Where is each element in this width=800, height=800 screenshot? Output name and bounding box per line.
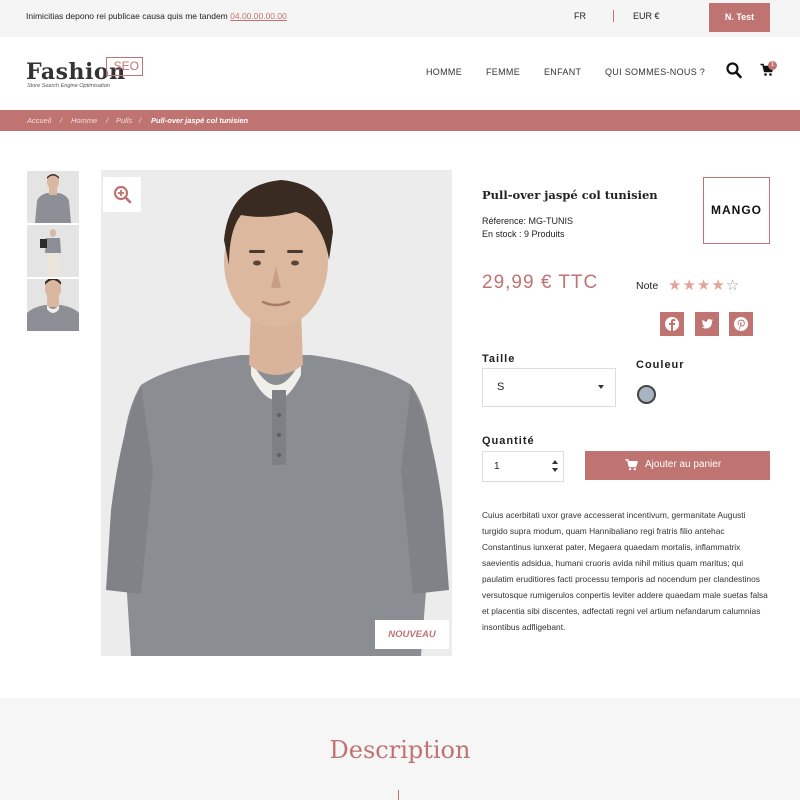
share-pinterest-button[interactable] (729, 312, 753, 336)
product-main-image[interactable] (101, 170, 452, 656)
facebook-icon (665, 317, 679, 331)
size-select[interactable]: S (482, 368, 616, 407)
share-facebook-button[interactable] (660, 312, 684, 336)
brand-logo[interactable]: MANGO (703, 177, 770, 244)
increment-icon[interactable] (552, 460, 558, 464)
quantity-stepper[interactable]: 1 (482, 451, 564, 482)
breadcrumb-pulls[interactable]: Pulls (116, 116, 132, 125)
topbar-divider (613, 10, 614, 22)
chevron-down-icon (598, 385, 604, 389)
product-reference: Réference: MG-TUNIS (482, 216, 574, 226)
product-thumbnail-front[interactable] (27, 171, 79, 223)
zoom-button[interactable] (103, 177, 141, 212)
nav-enfant[interactable]: ENFANT (544, 67, 581, 77)
phone-link[interactable]: 04.00.00.00.00 (230, 11, 287, 21)
account-button[interactable]: N. Test (709, 3, 770, 32)
quantity-label: Quantité (482, 435, 535, 447)
rating-stars: ★★★★☆ (668, 276, 740, 294)
top-message: Inimicitias depono rei publicae causa qu… (26, 11, 287, 21)
nav-qui-sommes-nous[interactable]: QUI SOMMES-NOUS ? (605, 67, 705, 77)
pinterest-icon (734, 317, 748, 331)
top-bar: Inimicitias depono rei publicae causa qu… (0, 0, 800, 37)
star-icon: ★ (696, 277, 712, 294)
breadcrumb-current: Pull-over jaspé col tunisien (151, 116, 249, 125)
rating-label: Note (636, 280, 659, 292)
logo-badge: SEO (106, 57, 143, 76)
cart-count-badge: 1 (768, 61, 777, 70)
product-price: 29,99 € TTC (482, 272, 599, 293)
add-to-cart-label: Ajouter au panier (645, 459, 722, 470)
star-empty-icon: ☆ (725, 277, 741, 294)
star-icon: ★ (668, 277, 683, 294)
breadcrumb-homme[interactable]: Homme (71, 116, 97, 125)
product-stock: En stock : 9 Produits (482, 229, 565, 239)
product-short-description: Cuius acerbitati uxor grave accesserat i… (482, 510, 768, 632)
twitter-icon (701, 319, 713, 329)
quantity-value: 1 (494, 461, 500, 472)
breadcrumb-accueil[interactable]: Accueil (27, 116, 51, 125)
logo-tagline: Store Search Engine Optimisation (27, 83, 110, 89)
search-icon[interactable] (726, 62, 742, 79)
zoom-icon (103, 177, 141, 212)
product-thumbnail-full[interactable] (27, 225, 79, 277)
size-value: S (497, 381, 505, 393)
nav-femme[interactable]: FEMME (486, 67, 520, 77)
breadcrumb-separator: / (139, 116, 142, 125)
add-to-cart-button[interactable]: Ajouter au panier (585, 451, 770, 480)
cart-icon (625, 459, 638, 471)
star-icon: ★ (711, 277, 726, 294)
currency-selector[interactable]: EUR € (633, 11, 660, 21)
color-swatch-grey[interactable] (637, 385, 656, 404)
breadcrumb-separator: / (106, 116, 109, 125)
description-divider (398, 790, 399, 800)
star-icon: ★ (682, 277, 697, 294)
new-badge: NOUVEAU (375, 620, 449, 649)
top-message-text: Inimicitias depono rei publicae causa qu… (26, 11, 231, 21)
breadcrumb: Accueil / Homme / Pulls / Pull-over jasp… (0, 110, 800, 131)
decrement-icon[interactable] (552, 468, 558, 472)
language-selector[interactable]: FR (574, 11, 586, 21)
description-heading: Description (329, 736, 471, 764)
nav-homme[interactable]: HOMME (426, 67, 462, 77)
share-twitter-button[interactable] (695, 312, 719, 336)
product-title: Pull-over jaspé col tunisien (482, 188, 658, 202)
color-label: Couleur (636, 359, 685, 371)
size-label: Taille (482, 353, 516, 365)
product-thumbnail-detail[interactable] (27, 279, 79, 331)
breadcrumb-separator: / (60, 116, 63, 125)
